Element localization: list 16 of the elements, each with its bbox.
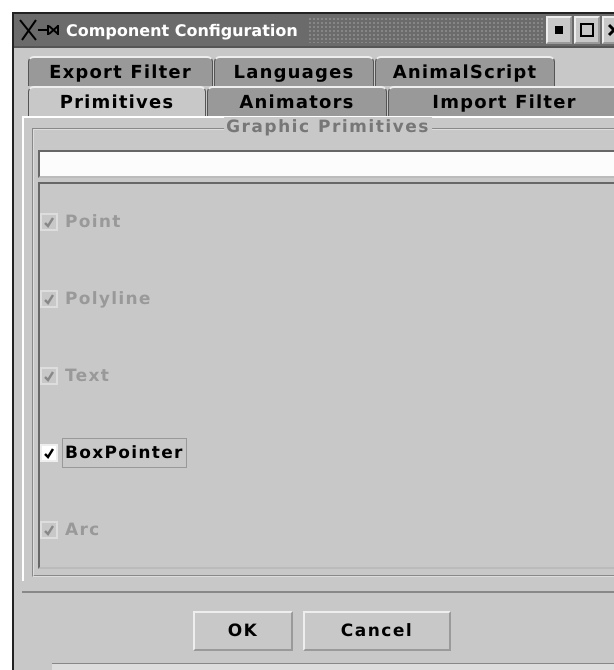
- input-field[interactable]: [38, 150, 614, 178]
- tab[interactable]: Primitives: [28, 86, 206, 116]
- tab[interactable]: Import Filter: [388, 86, 614, 116]
- maximize-button[interactable]: [574, 16, 600, 44]
- dialog-button[interactable]: OK: [193, 611, 293, 651]
- tab[interactable]: Export Filter: [28, 56, 213, 86]
- dialog-button[interactable]: Cancel: [303, 611, 451, 651]
- group-title: Graphic Primitives: [224, 117, 432, 137]
- tab[interactable]: Animators: [207, 86, 387, 116]
- tab[interactable]: AnimalScript: [375, 56, 555, 86]
- horizontal-scrollbar[interactable]: [52, 663, 614, 670]
- tab[interactable]: Languages: [214, 56, 374, 86]
- app-icon: [18, 18, 62, 42]
- checkbox-label[interactable]: BoxPointer: [62, 438, 187, 468]
- window-title: Component Configuration: [66, 20, 298, 40]
- minimize-button[interactable]: [546, 16, 572, 44]
